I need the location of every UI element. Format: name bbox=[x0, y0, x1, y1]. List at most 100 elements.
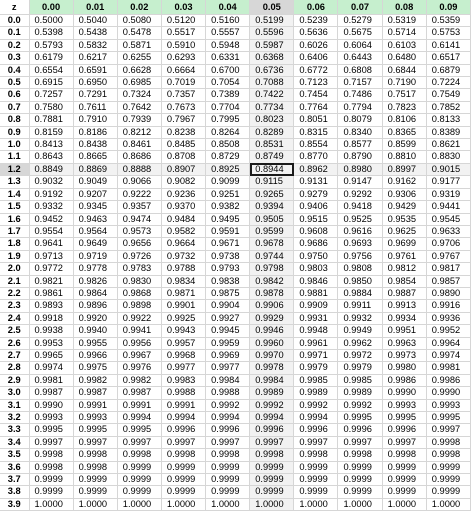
probability-cell[interactable]: 0.9726 bbox=[117, 250, 162, 264]
z-value-cell[interactable]: 0.2 bbox=[0, 39, 30, 53]
z-value-cell[interactable]: 0.5 bbox=[0, 76, 30, 90]
probability-cell[interactable]: 0.9990 bbox=[426, 386, 472, 400]
probability-cell[interactable]: 0.9641 bbox=[29, 237, 74, 251]
probability-cell[interactable]: 0.8621 bbox=[426, 138, 472, 152]
probability-cell[interactable]: 0.9382 bbox=[205, 200, 251, 214]
probability-cell[interactable]: 0.6064 bbox=[337, 39, 383, 53]
probability-cell[interactable]: 0.6331 bbox=[205, 51, 251, 65]
probability-cell[interactable]: 0.9996 bbox=[205, 423, 251, 437]
probability-cell[interactable]: 0.9936 bbox=[426, 312, 472, 326]
probability-cell[interactable]: 0.6480 bbox=[382, 51, 427, 65]
probability-cell[interactable]: 0.9633 bbox=[426, 225, 472, 239]
probability-cell[interactable]: 0.9985 bbox=[337, 374, 383, 388]
probability-cell[interactable]: 0.9656 bbox=[117, 237, 162, 251]
probability-cell[interactable]: 0.9925 bbox=[161, 312, 207, 326]
probability-cell[interactable]: 0.9990 bbox=[382, 386, 427, 400]
probability-cell[interactable]: 0.9599 bbox=[249, 225, 295, 239]
probability-cell[interactable]: 0.8554 bbox=[293, 138, 339, 152]
probability-cell[interactable]: 0.9671 bbox=[205, 237, 251, 251]
probability-cell[interactable]: 0.7642 bbox=[117, 101, 162, 115]
probability-cell[interactable]: 0.9918 bbox=[29, 312, 74, 326]
probability-cell[interactable]: 0.9959 bbox=[205, 337, 251, 350]
probability-cell[interactable]: 0.8438 bbox=[73, 138, 118, 152]
probability-cell[interactable]: 0.7549 bbox=[426, 88, 472, 102]
z-value-cell[interactable]: 2.1 bbox=[0, 275, 30, 288]
probability-cell[interactable]: 0.9989 bbox=[249, 386, 295, 400]
probability-cell[interactable]: 0.9332 bbox=[29, 200, 74, 214]
probability-cell[interactable]: 0.9649 bbox=[73, 237, 118, 251]
probability-cell[interactable]: 0.8770 bbox=[293, 150, 339, 164]
probability-cell[interactable]: 0.7881 bbox=[29, 113, 74, 127]
probability-cell[interactable]: 0.6772 bbox=[293, 64, 339, 78]
probability-cell[interactable]: 0.9945 bbox=[205, 324, 251, 338]
probability-cell[interactable]: 0.9984 bbox=[205, 374, 251, 388]
probability-cell[interactable]: 0.9406 bbox=[293, 200, 339, 214]
probability-cell[interactable]: 0.9834 bbox=[161, 275, 207, 288]
probability-cell[interactable]: 0.9920 bbox=[73, 312, 118, 326]
probability-cell[interactable]: 0.9887 bbox=[382, 287, 427, 301]
probability-cell[interactable]: 0.8980 bbox=[337, 163, 383, 177]
probability-cell[interactable]: 0.9998 bbox=[73, 448, 118, 462]
probability-cell[interactable]: 0.6293 bbox=[161, 51, 207, 65]
probability-cell[interactable]: 0.9871 bbox=[161, 287, 207, 301]
probability-cell[interactable]: 0.9998 bbox=[29, 448, 74, 462]
probability-cell[interactable]: 0.9962 bbox=[337, 337, 383, 350]
probability-cell[interactable]: 0.8708 bbox=[161, 150, 207, 164]
z-value-cell[interactable]: 2.0 bbox=[0, 262, 30, 276]
probability-cell[interactable]: 0.8849 bbox=[29, 163, 74, 177]
probability-cell[interactable]: 1.0000 bbox=[205, 498, 251, 511]
probability-cell[interactable]: 0.9932 bbox=[337, 312, 383, 326]
probability-cell[interactable]: 0.8907 bbox=[161, 163, 207, 177]
probability-cell[interactable]: 0.9881 bbox=[293, 287, 339, 301]
probability-cell[interactable]: 0.5557 bbox=[205, 26, 251, 40]
probability-cell[interactable]: 0.9850 bbox=[337, 275, 383, 288]
probability-cell[interactable]: 0.5517 bbox=[161, 26, 207, 40]
probability-cell[interactable]: 0.9994 bbox=[249, 411, 295, 425]
z-value-cell[interactable]: 3.6 bbox=[0, 461, 30, 475]
probability-cell[interactable]: 0.9941 bbox=[117, 324, 162, 338]
probability-cell[interactable]: 0.9744 bbox=[249, 250, 295, 264]
probability-cell[interactable]: 0.7291 bbox=[73, 88, 118, 102]
probability-cell[interactable]: 0.9993 bbox=[29, 411, 74, 425]
z-value-cell[interactable]: 3.2 bbox=[0, 411, 30, 425]
probability-cell[interactable]: 0.9495 bbox=[205, 213, 251, 226]
probability-cell[interactable]: 0.5279 bbox=[337, 14, 383, 28]
probability-cell[interactable]: 0.9987 bbox=[117, 386, 162, 400]
probability-cell[interactable]: 0.9974 bbox=[29, 361, 74, 375]
probability-cell[interactable]: 0.9996 bbox=[249, 423, 295, 437]
probability-cell[interactable]: 0.8830 bbox=[426, 150, 472, 164]
probability-cell[interactable]: 0.9994 bbox=[117, 411, 162, 425]
probability-cell[interactable]: 0.9989 bbox=[293, 386, 339, 400]
probability-cell[interactable]: 0.9808 bbox=[337, 262, 383, 276]
probability-cell[interactable]: 0.8643 bbox=[29, 150, 74, 164]
probability-cell[interactable]: 0.9306 bbox=[382, 188, 427, 202]
z-value-cell[interactable]: 0.1 bbox=[0, 26, 30, 40]
probability-cell[interactable]: 0.5438 bbox=[73, 26, 118, 40]
probability-cell[interactable]: 0.6808 bbox=[337, 64, 383, 78]
column-header[interactable]: 0.02 bbox=[117, 0, 162, 15]
probability-cell[interactable]: 0.8869 bbox=[73, 163, 118, 177]
probability-cell[interactable]: 0.9868 bbox=[117, 287, 162, 301]
probability-cell[interactable]: 0.6664 bbox=[161, 64, 207, 78]
probability-cell[interactable]: 0.9998 bbox=[205, 448, 251, 462]
probability-cell[interactable]: 0.9192 bbox=[29, 188, 74, 202]
z-value-cell[interactable]: 2.3 bbox=[0, 299, 30, 313]
probability-cell[interactable]: 0.9982 bbox=[73, 374, 118, 388]
probability-cell[interactable]: 0.9505 bbox=[249, 213, 295, 226]
probability-cell[interactable]: 0.9693 bbox=[337, 237, 383, 251]
probability-cell[interactable]: 0.9732 bbox=[161, 250, 207, 264]
probability-cell[interactable]: 0.7704 bbox=[205, 101, 251, 115]
probability-cell[interactable]: 0.9750 bbox=[293, 250, 339, 264]
probability-cell[interactable]: 0.9357 bbox=[117, 200, 162, 214]
probability-cell[interactable]: 0.7611 bbox=[73, 101, 118, 115]
probability-cell[interactable]: 0.9608 bbox=[293, 225, 339, 239]
probability-cell[interactable]: 0.9913 bbox=[382, 299, 427, 313]
probability-cell[interactable]: 0.9997 bbox=[426, 423, 472, 437]
probability-cell[interactable]: 0.9969 bbox=[205, 349, 251, 363]
probability-cell[interactable]: 0.9015 bbox=[426, 163, 472, 177]
probability-cell[interactable]: 0.9979 bbox=[293, 361, 339, 375]
probability-cell[interactable]: 0.9949 bbox=[337, 324, 383, 338]
probability-cell[interactable]: 0.9999 bbox=[161, 473, 207, 487]
probability-cell[interactable]: 0.9957 bbox=[161, 337, 207, 350]
probability-cell[interactable]: 0.9803 bbox=[293, 262, 339, 276]
